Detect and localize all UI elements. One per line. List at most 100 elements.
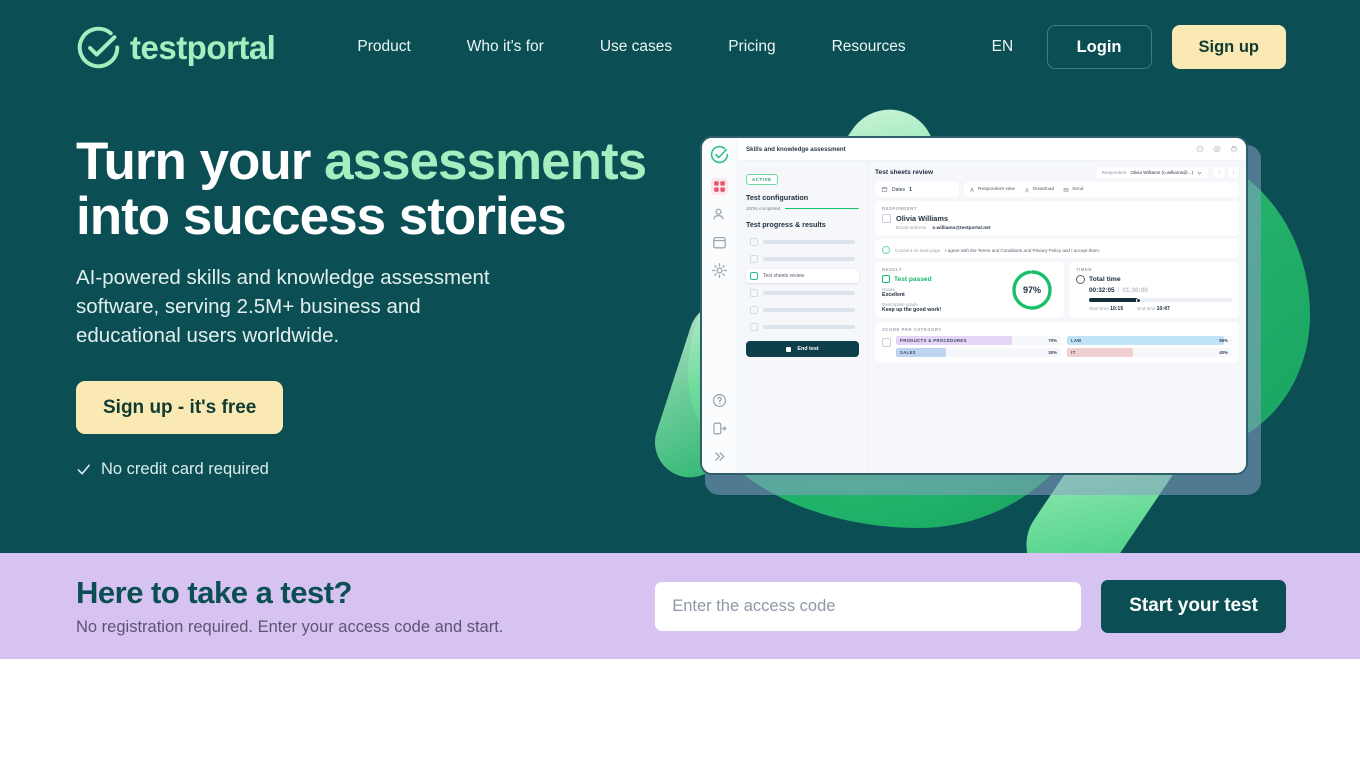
category-bar-fill: [1067, 336, 1224, 345]
mockup-sidebar-bottom: [711, 392, 728, 473]
calendar-icon[interactable]: [711, 234, 728, 251]
start-test-button[interactable]: Start your test: [1101, 579, 1286, 633]
timer-progress-fill: [1089, 298, 1141, 302]
send-icon: [1063, 187, 1069, 192]
mockup-topbar-title: Skills and knowledge assessment: [746, 145, 846, 153]
hero-signup-button[interactable]: Sign up - it's free: [76, 380, 284, 434]
logout-icon[interactable]: [711, 420, 728, 437]
list-item-placeholder: [763, 325, 855, 329]
print-icon[interactable]: [1230, 145, 1238, 153]
categories-column-right: LAW 95% IT 40%: [1067, 336, 1232, 357]
mockup-left-column: ACTIVE Test configuration 100% completed…: [738, 161, 868, 473]
login-button[interactable]: Login: [1046, 24, 1152, 70]
app-screenshot-mockup: Skills and knowledge assessment ACTIVE T…: [700, 136, 1262, 501]
list-item[interactable]: [746, 303, 859, 317]
prev-respondent-button[interactable]: ‹: [1214, 167, 1225, 178]
respondent-selector[interactable]: Respondent Olivia Williams (o.williams@.…: [1095, 167, 1208, 178]
respondent-name-row: Olivia Williams: [882, 214, 1232, 223]
timer-separator: /: [1117, 287, 1120, 294]
nav-link-use-cases[interactable]: Use cases: [572, 38, 700, 56]
category-percent: 95%: [1219, 338, 1228, 343]
next-respondent-button[interactable]: ›: [1228, 167, 1239, 178]
end-time-value: 10:47: [1156, 306, 1170, 312]
descriptive-grade-field: Descriptive grade Keep up the good work!: [882, 302, 1007, 313]
nav-link-pricing[interactable]: Pricing: [700, 38, 803, 56]
start-time-field: Start time 10:15: [1089, 306, 1123, 312]
respondent-view-label: Respondent view: [978, 187, 1015, 192]
end-test-label: End test: [797, 346, 819, 352]
info-icon[interactable]: [1196, 145, 1204, 153]
list-item[interactable]: [746, 286, 859, 300]
respondent-selector-label: Respondent: [1101, 170, 1127, 175]
consent-card: Consent on start page I agree with the T…: [875, 239, 1239, 258]
list-item[interactable]: [746, 320, 859, 334]
result-details: RESULT Test passed Grade Excellent Descr…: [882, 267, 1007, 313]
access-code-input[interactable]: [655, 581, 1082, 631]
language-selector[interactable]: EN: [992, 38, 1014, 56]
mockup-columns: ACTIVE Test configuration 100% completed…: [738, 161, 1246, 473]
expand-icon[interactable]: [711, 448, 728, 465]
send-button[interactable]: Send: [1063, 187, 1083, 193]
circle-check-icon: [710, 145, 729, 164]
status-badge: ACTIVE: [746, 174, 778, 185]
list-item[interactable]: [746, 235, 859, 249]
list-item-label: Test sheets review: [763, 273, 805, 279]
download-icon: [1024, 187, 1029, 192]
category-label: PRODUCTS & PROCEDURES: [900, 338, 967, 343]
settings-icon[interactable]: [711, 262, 728, 279]
list-item-placeholder: [763, 291, 855, 295]
category-percent: 30%: [1048, 350, 1057, 355]
category-row: PRODUCTS & PROCEDURES 70%: [896, 336, 1061, 345]
mockup-topbar: Skills and knowledge assessment: [738, 138, 1246, 161]
brand-logo[interactable]: testportal: [76, 25, 276, 70]
help-icon[interactable]: [711, 392, 728, 409]
timer-progress-bar: [1089, 297, 1232, 303]
download-button[interactable]: Download: [1024, 187, 1054, 193]
mockup-topbar-icons: [1196, 145, 1238, 153]
timer-title-row: Total time: [1076, 275, 1232, 284]
list-item-icon: [750, 255, 758, 263]
respondent-view-button[interactable]: Respondent view: [969, 187, 1015, 193]
send-label: Send: [1072, 187, 1084, 192]
calendar-icon: [881, 187, 888, 192]
progress-bar: [785, 207, 859, 210]
grid-icon[interactable]: [711, 178, 728, 195]
page-title: Turn your assessments into success storie…: [76, 134, 676, 244]
list-item-icon: [750, 289, 758, 297]
circle-check-icon: [77, 26, 120, 68]
nav-actions: Login Sign up: [1046, 24, 1286, 70]
result-card: RESULT Test passed Grade Excellent Descr…: [875, 262, 1064, 318]
nav-link-resources[interactable]: Resources: [804, 38, 934, 56]
dates-value: 1: [909, 186, 912, 193]
respondent-email-row: Email address o.williams@testportal.net: [896, 226, 1232, 231]
avatar: [882, 214, 891, 223]
nav-link-who-its-for[interactable]: Who it's for: [439, 38, 572, 56]
band-copy: Here to take a test? No registration req…: [76, 575, 503, 637]
list-item[interactable]: [746, 252, 859, 266]
people-icon[interactable]: [711, 206, 728, 223]
signup-button[interactable]: Sign up: [1171, 24, 1286, 70]
top-navigation: testportal Product Who it's for Use case…: [0, 0, 1360, 94]
brand-name: testportal: [130, 28, 276, 66]
nav-link-product[interactable]: Product: [329, 38, 438, 56]
timer-card: TIMER Total time 00:32:05/01:30:00 Start…: [1069, 262, 1239, 318]
score-percent-label: 97%: [1023, 285, 1041, 295]
no-credit-card-label: No credit card required: [101, 459, 269, 478]
result-status: Test passed: [882, 275, 1007, 283]
categories-grid: PRODUCTS & PROCEDURES 70% SALES 30% LAW …: [882, 336, 1232, 357]
mockup-nav-list: Test sheets review: [746, 235, 859, 334]
category-row: LAW 95%: [1067, 336, 1232, 345]
clock-icon: [1076, 275, 1085, 284]
dates-chip[interactable]: Dates 1: [875, 182, 959, 197]
gear-icon[interactable]: [1213, 145, 1221, 153]
hero-copy: Turn your assessments into success storie…: [76, 134, 676, 479]
category-percent: 70%: [1048, 338, 1057, 343]
list-item-test-sheets-review[interactable]: Test sheets review: [746, 269, 859, 283]
grade-value: Excellent: [882, 292, 905, 298]
end-test-button[interactable]: End test: [746, 341, 859, 357]
test-progress-heading: Test progress & results: [746, 220, 826, 229]
timer-elapsed: 00:32:05: [1089, 287, 1115, 294]
result-timer-row: RESULT Test passed Grade Excellent Descr…: [875, 262, 1239, 318]
result-caption: RESULT: [882, 267, 903, 272]
shield-check-icon: [882, 246, 890, 254]
